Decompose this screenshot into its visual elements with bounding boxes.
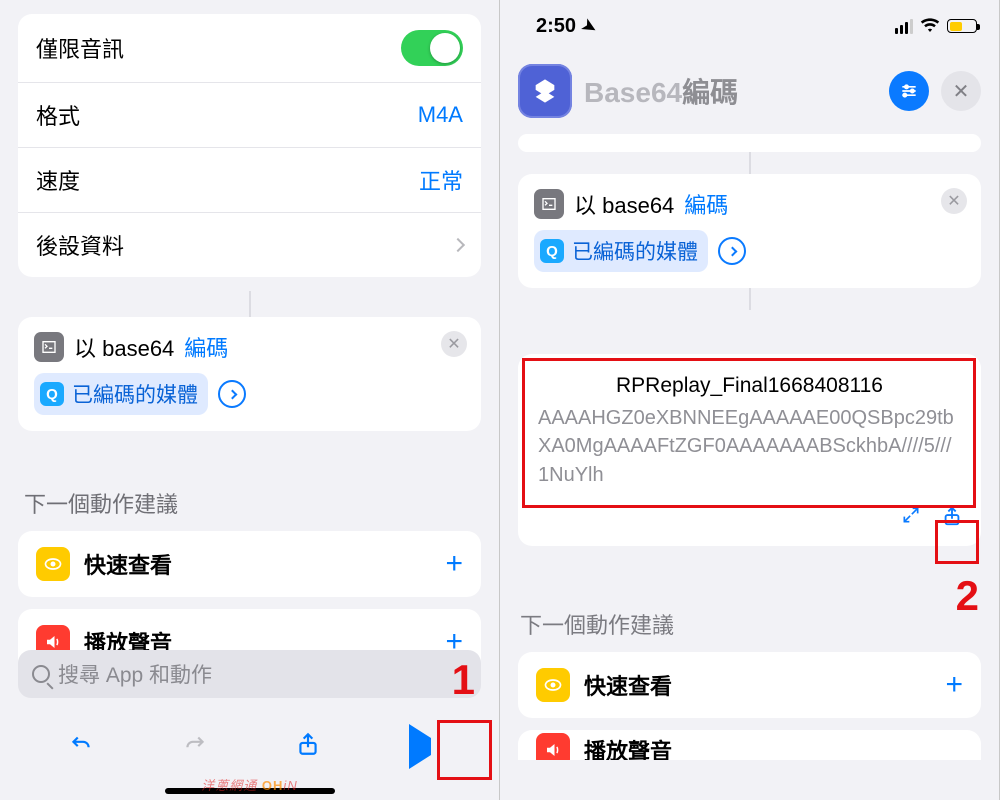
- run-result-card: RPReplay_Final1668408116 AAAAHGZ0eXBNNEE…: [518, 354, 981, 546]
- pill-label: 已編碼的媒體: [72, 379, 198, 409]
- shortcut-app-icon[interactable]: [518, 64, 572, 118]
- result-base64-body: AAAAHGZ0eXBNNEEgAAAAAE00QSBpc29tbXA0MgAA…: [536, 404, 963, 489]
- status-bar: 2:50 ➤: [500, 0, 999, 44]
- add-action-plus-icon[interactable]: +: [945, 668, 963, 702]
- remove-action-button[interactable]: ✕: [941, 188, 967, 214]
- suggestion-quick-look[interactable]: 快速查看 +: [518, 652, 981, 718]
- eye-icon: [536, 668, 570, 702]
- left-screenshot: 僅限音訊 格式 M4A 速度 正常 後設資料 ✕ 以 base64 編碼 Q: [0, 0, 500, 800]
- result-filename: RPReplay_Final1668408116: [536, 374, 963, 398]
- settings-row-format[interactable]: 格式 M4A: [18, 83, 481, 148]
- label-speed: 速度: [36, 164, 80, 196]
- toggle-audio-only-on[interactable]: [401, 30, 463, 66]
- suggestion-label: 播放聲音: [584, 734, 672, 760]
- watermark: 洋蔥網通 OHiN: [201, 775, 297, 794]
- action-mode-link[interactable]: 編碼: [184, 331, 228, 363]
- title-part-1: Base64: [584, 77, 682, 108]
- location-icon: ➤: [578, 14, 600, 38]
- label-format: 格式: [36, 99, 80, 131]
- action-mode-link[interactable]: 編碼: [684, 188, 728, 220]
- action-prefix: 以 base64: [74, 331, 174, 363]
- flow-connector: [249, 291, 251, 317]
- status-time: 2:50: [536, 15, 576, 37]
- play-icon: [409, 724, 431, 769]
- base64-encode-action-card[interactable]: ✕ 以 base64 編碼 Q 已編碼的媒體: [518, 174, 981, 288]
- value-speed: 正常: [419, 164, 463, 196]
- editor-toolbar: [0, 716, 499, 778]
- expand-variable-button[interactable]: [718, 237, 746, 265]
- section-next-action-suggestions: 下一個動作建議: [520, 608, 979, 640]
- flow-connector: [749, 152, 751, 174]
- cellular-icon: [895, 19, 913, 34]
- expand-variable-button[interactable]: [218, 380, 246, 408]
- suggestion-quick-look[interactable]: 快速查看 +: [18, 531, 481, 597]
- chevron-right-icon: [451, 238, 465, 252]
- base64-encode-action-card[interactable]: ✕ 以 base64 編碼 Q 已編碼的媒體: [18, 317, 481, 431]
- quicktime-icon: Q: [40, 382, 64, 406]
- wifi-icon: [920, 15, 940, 38]
- quicktime-icon: Q: [540, 239, 564, 263]
- media-settings-card: 僅限音訊 格式 M4A 速度 正常 後設資料: [18, 14, 481, 277]
- search-actions-field[interactable]: 搜尋 App 和動作: [18, 650, 481, 698]
- expand-result-button[interactable]: [901, 505, 921, 534]
- terminal-icon: [34, 332, 64, 362]
- section-next-action-suggestions: 下一個動作建議: [24, 487, 475, 519]
- result-text-block: RPReplay_Final1668408116 AAAAHGZ0eXBNNEE…: [530, 368, 969, 495]
- chevron-right-icon: [727, 246, 737, 256]
- speaker-icon: [536, 733, 570, 760]
- share-button[interactable]: [295, 731, 321, 764]
- suggestion-label: 快速查看: [584, 669, 672, 701]
- remove-action-button[interactable]: ✕: [441, 331, 467, 357]
- close-button[interactable]: ✕: [941, 71, 981, 111]
- redo-button-disabled: [182, 731, 208, 764]
- suggestion-label: 快速查看: [84, 548, 172, 580]
- previous-action-peek: [518, 134, 981, 152]
- add-action-plus-icon[interactable]: +: [445, 547, 463, 581]
- shortcut-header: Base64編碼 ✕: [500, 44, 999, 126]
- terminal-icon: [534, 189, 564, 219]
- action-prefix: 以 base64: [574, 188, 674, 220]
- chevron-right-icon: [227, 389, 237, 399]
- flow-connector: [749, 288, 751, 310]
- value-format: M4A: [418, 102, 463, 128]
- share-result-button[interactable]: [941, 505, 963, 534]
- settings-row-audio-only[interactable]: 僅限音訊: [18, 14, 481, 83]
- title-part-2: 編碼: [682, 77, 738, 108]
- undo-button[interactable]: [68, 731, 94, 764]
- variable-pill-encoded-media[interactable]: Q 已編碼的媒體: [534, 230, 708, 272]
- battery-low-icon: [947, 19, 977, 33]
- label-metadata: 後設資料: [36, 229, 124, 261]
- pill-label: 已編碼的媒體: [572, 236, 698, 266]
- eye-icon: [36, 547, 70, 581]
- right-screenshot: 2:50 ➤ Base64編碼 ✕ ✕: [500, 0, 1000, 800]
- search-icon: [32, 665, 50, 683]
- suggestion-play-sound[interactable]: 播放聲音: [518, 730, 981, 760]
- settings-row-speed[interactable]: 速度 正常: [18, 148, 481, 213]
- search-placeholder: 搜尋 App 和動作: [58, 659, 212, 689]
- label-audio-only: 僅限音訊: [36, 32, 124, 64]
- run-shortcut-button[interactable]: [409, 738, 431, 756]
- variable-pill-encoded-media[interactable]: Q 已編碼的媒體: [34, 373, 208, 415]
- shortcut-title[interactable]: Base64編碼: [584, 71, 877, 111]
- shortcut-settings-button[interactable]: [889, 71, 929, 111]
- settings-row-metadata[interactable]: 後設資料: [18, 213, 481, 277]
